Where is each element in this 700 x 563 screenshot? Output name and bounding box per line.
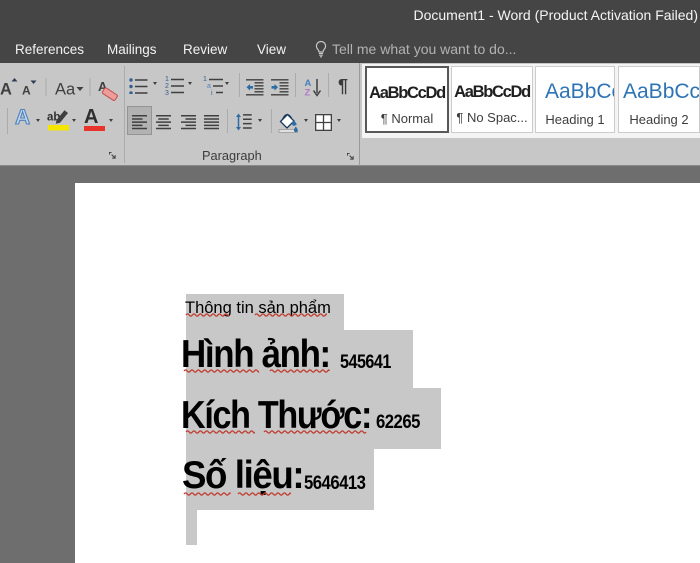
svg-text:a: a — [207, 83, 211, 90]
svg-text:Z: Z — [305, 88, 311, 98]
svg-text:i: i — [211, 90, 213, 95]
svg-text:A: A — [22, 84, 31, 98]
svg-text:A: A — [0, 81, 12, 99]
svg-text:3: 3 — [165, 90, 169, 95]
svg-text:2: 2 — [165, 83, 169, 90]
svg-text:Aa: Aa — [55, 81, 76, 99]
svg-text:1: 1 — [165, 76, 169, 83]
svg-text:1: 1 — [203, 76, 207, 83]
